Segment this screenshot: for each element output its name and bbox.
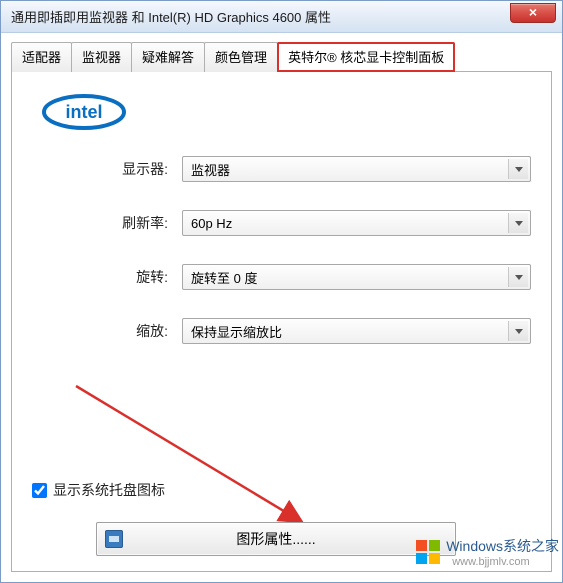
close-icon: × [529, 4, 537, 20]
svg-text:intel: intel [65, 102, 102, 122]
select-scaling[interactable]: 保持显示缩放比 [182, 318, 531, 344]
select-rotation-value: 旋转至 0 度 [191, 268, 257, 287]
watermark: Windows系统之家 www.bjjmlv.com [414, 536, 559, 568]
tab-color-mgmt[interactable]: 颜色管理 [204, 42, 278, 72]
graphics-properties-button[interactable]: 图形属性...... [96, 522, 456, 556]
chevron-down-icon [508, 267, 528, 287]
row-rotation: 旋转: 旋转至 0 度 [32, 264, 531, 290]
select-display[interactable]: 监视器 [182, 156, 531, 182]
annotation-arrow-icon [72, 382, 332, 542]
watermark-domain: www.bjjmlv.com [452, 556, 559, 568]
intel-logo: intel [40, 92, 531, 132]
windows-logo-icon [414, 538, 442, 566]
chevron-down-icon [508, 321, 528, 341]
label-scaling: 缩放: [32, 321, 182, 341]
row-display: 显示器: 监视器 [32, 156, 531, 182]
tab-panel-intel: intel 显示器: 监视器 刷新率: 60p Hz 旋转: [11, 72, 552, 572]
client-area: 适配器 监视器 疑难解答 颜色管理 英特尔® 核芯显卡控制面板 intel 显示… [1, 33, 562, 582]
label-refresh: 刷新率: [32, 213, 182, 233]
close-button[interactable]: × [510, 3, 556, 23]
window-title: 通用即插即用监视器 和 Intel(R) HD Graphics 4600 属性 [11, 7, 331, 26]
display-settings-icon [105, 530, 123, 548]
select-rotation[interactable]: 旋转至 0 度 [182, 264, 531, 290]
label-display: 显示器: [32, 159, 182, 179]
select-refresh-value: 60p Hz [191, 216, 232, 231]
tab-bar: 适配器 监视器 疑难解答 颜色管理 英特尔® 核芯显卡控制面板 [11, 41, 552, 72]
tab-intel-graphics[interactable]: 英特尔® 核芯显卡控制面板 [277, 42, 455, 72]
tray-checkbox-row[interactable]: 显示系统托盘图标 [32, 480, 165, 500]
tray-checkbox[interactable] [32, 483, 47, 498]
chevron-down-icon [508, 159, 528, 179]
tab-troubleshoot[interactable]: 疑难解答 [131, 42, 205, 72]
select-display-value: 监视器 [191, 160, 230, 179]
titlebar: 通用即插即用监视器 和 Intel(R) HD Graphics 4600 属性… [1, 1, 562, 33]
intel-logo-icon: intel [40, 92, 130, 132]
tab-monitor[interactable]: 监视器 [71, 42, 132, 72]
graphics-properties-label: 图形属性...... [236, 529, 315, 549]
properties-window: 通用即插即用监视器 和 Intel(R) HD Graphics 4600 属性… [0, 0, 563, 583]
select-scaling-value: 保持显示缩放比 [191, 322, 282, 341]
tab-adapter[interactable]: 适配器 [11, 42, 72, 72]
row-scaling: 缩放: 保持显示缩放比 [32, 318, 531, 344]
row-refresh: 刷新率: 60p Hz [32, 210, 531, 236]
select-refresh[interactable]: 60p Hz [182, 210, 531, 236]
label-rotation: 旋转: [32, 267, 182, 287]
watermark-text: Windows系统之家 www.bjjmlv.com [446, 536, 559, 568]
chevron-down-icon [508, 213, 528, 233]
tray-checkbox-label: 显示系统托盘图标 [53, 480, 165, 500]
